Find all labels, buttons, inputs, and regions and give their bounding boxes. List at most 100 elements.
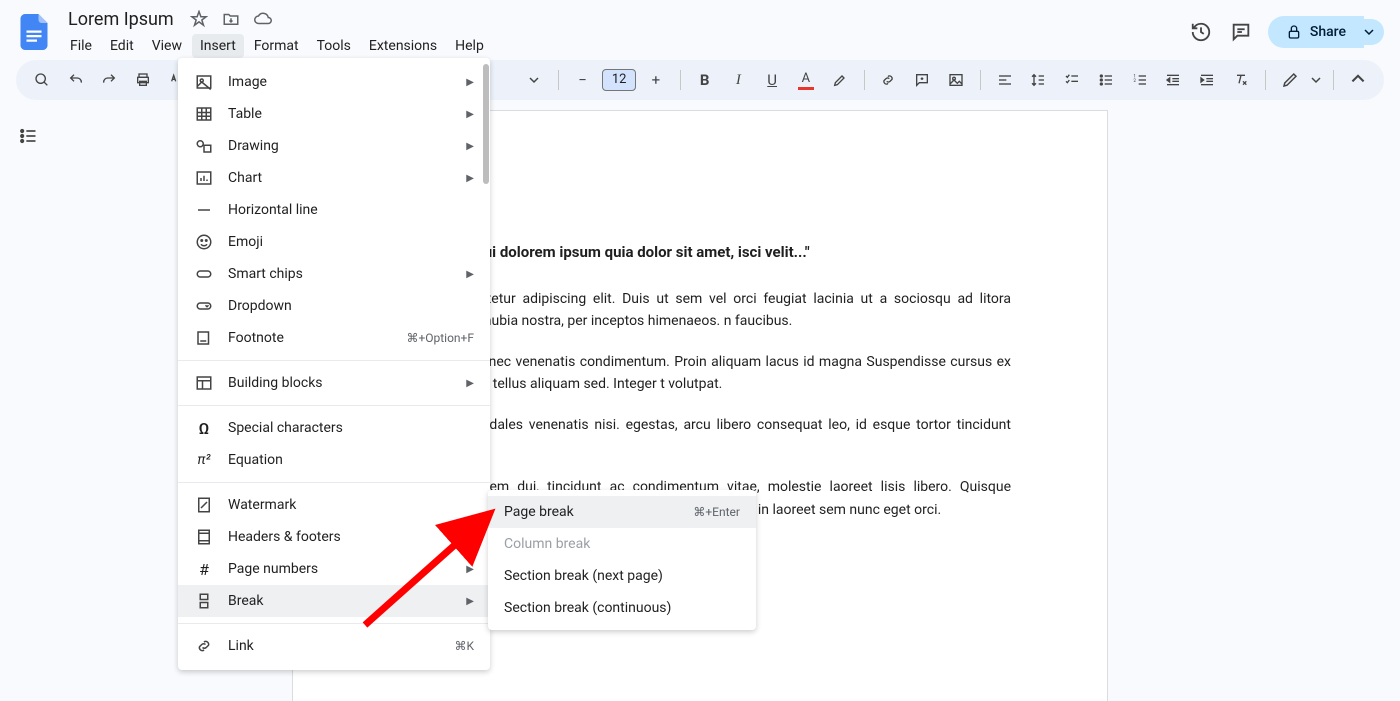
watermark-icon (194, 495, 214, 515)
chevron-right-icon: ▶ (466, 269, 474, 280)
menu-file[interactable]: File (62, 34, 100, 58)
editing-mode-button[interactable] (1276, 66, 1304, 94)
insert-table[interactable]: Table▶ (178, 98, 490, 130)
search-button[interactable] (28, 66, 56, 94)
line-spacing-button[interactable] (1024, 66, 1052, 94)
break-submenu: Page break⌘+Enter Column break Section b… (488, 490, 756, 630)
print-button[interactable] (129, 66, 157, 94)
bold-button[interactable]: B (691, 66, 719, 94)
chevron-down-icon (1364, 27, 1374, 37)
horizontal-line-icon (194, 200, 214, 220)
chevron-right-icon: ▶ (466, 77, 474, 88)
menu-separator (178, 405, 490, 406)
headers-footers-icon (194, 527, 214, 547)
cloud-icon[interactable] (254, 10, 272, 28)
insert-menu-dropdown: Image▶ Table▶ Drawing▶ Chart▶ Horizontal… (178, 58, 490, 670)
text-color-button[interactable]: A (792, 66, 820, 94)
chevron-right-icon: ▶ (466, 378, 474, 389)
menu-extensions[interactable]: Extensions (361, 34, 445, 58)
insert-emoji[interactable]: Emoji (178, 226, 490, 258)
title-area: Lorem Ipsum File Edit View Insert Format… (62, 7, 1188, 58)
equation-icon: π² (194, 450, 214, 470)
indent-decrease-button[interactable] (1159, 66, 1187, 94)
insert-image-button[interactable] (942, 66, 970, 94)
insert-horizontal-line[interactable]: Horizontal line (178, 194, 490, 226)
menu-help[interactable]: Help (447, 34, 492, 58)
menu-insert[interactable]: Insert (192, 34, 244, 58)
section-break-continuous[interactable]: Section break (continuous) (488, 592, 756, 624)
undo-button[interactable] (62, 66, 90, 94)
insert-dropdown[interactable]: Dropdown (178, 290, 490, 322)
chevron-down-icon[interactable] (1309, 66, 1323, 94)
column-break: Column break (488, 528, 756, 560)
insert-special-characters[interactable]: ΩSpecial characters (178, 412, 490, 444)
omega-icon: Ω (194, 418, 214, 438)
docs-logo-icon[interactable] (16, 14, 52, 50)
font-size-input[interactable]: 12 (602, 69, 636, 91)
share-dropdown[interactable] (1354, 19, 1384, 45)
insert-link[interactable]: Link⌘K (178, 630, 490, 662)
italic-button[interactable]: I (725, 66, 753, 94)
chevron-down-icon[interactable] (520, 66, 548, 94)
insert-watermark[interactable]: Watermark (178, 489, 490, 521)
collapse-toolbar-button[interactable] (1344, 66, 1372, 94)
break-icon (194, 591, 214, 611)
lock-icon (1286, 24, 1302, 40)
indent-increase-button[interactable] (1193, 66, 1221, 94)
chevron-right-icon: ▶ (466, 596, 474, 607)
add-comment-button[interactable] (908, 66, 936, 94)
menu-view[interactable]: View (144, 34, 190, 58)
drawing-icon (194, 136, 214, 156)
history-icon[interactable] (1188, 19, 1214, 45)
footnote-icon (194, 328, 214, 348)
insert-image[interactable]: Image▶ (178, 66, 490, 98)
link-icon (194, 636, 214, 656)
insert-headers-footers[interactable]: Headers & footers (178, 521, 490, 553)
chevron-right-icon: ▶ (466, 141, 474, 152)
comments-icon[interactable] (1228, 19, 1254, 45)
section-break-next-page[interactable]: Section break (next page) (488, 560, 756, 592)
menu-tools[interactable]: Tools (309, 34, 359, 58)
redo-button[interactable] (96, 66, 124, 94)
insert-equation[interactable]: π²Equation (178, 444, 490, 476)
insert-chart[interactable]: Chart▶ (178, 162, 490, 194)
underline-button[interactable]: U (758, 66, 786, 94)
share-label: Share (1310, 24, 1346, 40)
checklist-button[interactable] (1058, 66, 1086, 94)
insert-link-button[interactable] (875, 66, 903, 94)
clear-format-button[interactable] (1227, 66, 1255, 94)
star-icon[interactable] (190, 10, 208, 28)
page-break[interactable]: Page break⌘+Enter (488, 496, 756, 528)
menu-format[interactable]: Format (246, 34, 307, 58)
move-icon[interactable] (222, 10, 240, 28)
insert-page-numbers[interactable]: #Page numbers▶ (178, 553, 490, 585)
menu-separator (178, 623, 490, 624)
share-button[interactable]: Share (1268, 16, 1364, 48)
insert-smart-chips[interactable]: Smart chips▶ (178, 258, 490, 290)
menu-separator (178, 360, 490, 361)
bullet-list-button[interactable] (1092, 66, 1120, 94)
app-header: Lorem Ipsum File Edit View Insert Format… (0, 0, 1400, 56)
insert-building-blocks[interactable]: Building blocks▶ (178, 367, 490, 399)
insert-drawing[interactable]: Drawing▶ (178, 130, 490, 162)
highlight-button[interactable] (826, 66, 854, 94)
chart-icon (194, 168, 214, 188)
font-size-increase[interactable]: + (642, 66, 670, 94)
building-blocks-icon (194, 373, 214, 393)
menu-separator (178, 482, 490, 483)
align-button[interactable] (991, 66, 1019, 94)
table-icon (194, 104, 214, 124)
emoji-icon (194, 232, 214, 252)
insert-break[interactable]: Break▶ (178, 585, 490, 617)
document-title[interactable]: Lorem Ipsum (62, 7, 180, 32)
menu-edit[interactable]: Edit (102, 34, 142, 58)
chevron-right-icon: ▶ (466, 109, 474, 120)
font-size-decrease[interactable]: − (569, 66, 597, 94)
insert-footnote[interactable]: Footnote⌘+Option+F (178, 322, 490, 354)
page-numbers-icon: # (194, 559, 214, 579)
dropdown-icon (194, 296, 214, 316)
chevron-right-icon: ▶ (466, 173, 474, 184)
smart-chips-icon (194, 264, 214, 284)
numbered-list-button[interactable]: 12 (1126, 66, 1154, 94)
svg-text:2: 2 (1133, 78, 1136, 84)
